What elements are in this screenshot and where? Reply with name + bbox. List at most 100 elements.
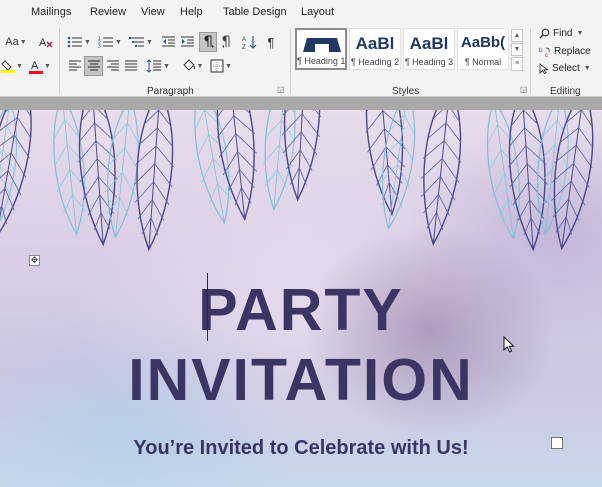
sort-icon: A Z — [242, 35, 256, 50]
align-center-icon — [87, 60, 100, 71]
styles-dialog-launcher-icon[interactable]: ◲ — [520, 86, 528, 94]
align-center-button[interactable] — [84, 56, 103, 76]
ltr-direction-button[interactable] — [199, 32, 217, 52]
chevron-up-icon: ▲ — [513, 32, 521, 39]
select-arrow-icon — [539, 63, 549, 74]
multilevel-list-button[interactable]: ▼ — [127, 33, 155, 51]
decrease-indent-button[interactable] — [159, 33, 177, 51]
increase-indent-icon — [180, 36, 194, 47]
replace-icon: b c — [539, 47, 550, 57]
chevron-down-icon: ▼ — [225, 62, 232, 70]
heading1-sample-icon — [303, 38, 341, 52]
mouse-pointer-icon — [503, 336, 515, 353]
borders-button[interactable]: ▼ — [207, 57, 235, 75]
font-color-icon: A — [29, 60, 44, 74]
title-party[interactable]: PARTY — [0, 276, 602, 344]
highlight-swatch — [1, 70, 16, 73]
title-invitation[interactable]: INVITATION — [0, 346, 602, 414]
separator — [59, 28, 60, 94]
line-spacing-icon — [146, 59, 162, 73]
style-heading-1[interactable]: ¶ Heading 1 — [295, 28, 347, 70]
justify-button[interactable] — [122, 57, 140, 75]
find-button[interactable]: Find ▼ — [539, 28, 583, 39]
style-name: ¶ Heading 1 — [297, 56, 346, 66]
shading-button[interactable]: ▼ — [178, 57, 206, 75]
more-icon: ≡ — [514, 60, 520, 67]
chevron-down-icon: ▼ — [146, 38, 153, 46]
style-heading-3[interactable]: AaBl ¶ Heading 3 — [403, 28, 455, 70]
replace-button[interactable]: b c Replace — [539, 46, 591, 57]
search-icon — [539, 28, 550, 39]
sort-button[interactable]: A Z — [240, 33, 258, 51]
separator — [290, 28, 291, 94]
menu-mailings[interactable]: Mailings — [31, 6, 71, 18]
paragraph-dialog-launcher-icon[interactable]: ◲ — [277, 86, 285, 94]
subtitle[interactable]: You’re Invited to Celebrate with Us! — [0, 437, 602, 460]
menu-review[interactable]: Review — [90, 6, 126, 18]
replace-label: Replace — [554, 46, 591, 57]
select-label: Select — [552, 63, 580, 74]
borders-icon — [210, 59, 224, 73]
style-sample: AaBb( — [460, 34, 506, 51]
rtl-direction-button[interactable] — [218, 33, 236, 51]
style-normal[interactable]: AaBb( ¶ Normal — [457, 28, 509, 70]
chevron-down-icon: ▼ — [19, 38, 27, 46]
change-case-label: Aa — [5, 36, 19, 48]
highlighter-icon — [1, 60, 16, 73]
select-button[interactable]: Select ▼ — [539, 63, 591, 74]
svg-text:Z: Z — [242, 45, 246, 50]
paragraph-group-label: Paragraph — [147, 86, 194, 97]
chevron-down-icon: ▼ — [44, 62, 51, 70]
bullets-button[interactable]: ▼ — [65, 33, 93, 51]
align-left-icon — [69, 60, 81, 71]
gallery-scroll-down[interactable]: ▼ — [511, 43, 523, 56]
svg-text:c: c — [545, 53, 548, 57]
chevron-down-icon: ▼ — [16, 62, 23, 70]
editing-group-label: Editing — [550, 86, 581, 97]
clear-formatting-icon: A — [39, 37, 53, 49]
menu-help[interactable]: Help — [180, 6, 203, 18]
style-sample: AaBl — [355, 34, 395, 53]
table-move-handle-icon[interactable]: ✥ — [29, 255, 40, 266]
font-color-button[interactable]: A ▼ — [28, 57, 52, 75]
svg-text:A: A — [39, 37, 47, 49]
separator — [530, 28, 531, 94]
chevron-down-icon: ▼ — [513, 46, 521, 53]
align-left-button[interactable] — [66, 57, 84, 75]
gallery-scroll-up[interactable]: ▲ — [511, 29, 523, 42]
highlight-color-button[interactable]: ▼ — [0, 57, 24, 75]
left-to-right-icon — [204, 35, 214, 48]
change-case-button[interactable]: Aa ▼ — [4, 33, 28, 51]
align-right-button[interactable] — [104, 57, 122, 75]
gallery-more[interactable]: ≡ — [511, 57, 523, 71]
text-cursor — [207, 273, 208, 341]
chevron-down-icon: ▼ — [583, 65, 591, 72]
menu-layout[interactable]: Layout — [301, 6, 334, 18]
styles-group-label: Styles — [392, 86, 420, 97]
numbering-icon: 1 2 3 — [98, 36, 114, 49]
style-heading-2[interactable]: AaBl ¶ Heading 2 — [349, 28, 401, 70]
increase-indent-button[interactable] — [178, 33, 196, 51]
numbering-button[interactable]: 1 2 3 ▼ — [96, 33, 124, 51]
menu-table-design[interactable]: Table Design — [223, 6, 287, 18]
align-right-icon — [107, 60, 119, 71]
right-to-left-icon — [221, 35, 229, 48]
style-name: ¶ Heading 3 — [404, 57, 454, 67]
decrease-indent-icon — [161, 36, 175, 47]
style-name: ¶ Normal — [464, 57, 502, 67]
menu-view[interactable]: View — [141, 6, 165, 18]
chevron-down-icon: ▼ — [84, 38, 91, 46]
table-resize-handle[interactable] — [551, 437, 563, 449]
paint-bucket-icon — [182, 59, 195, 71]
menu-bar: Mailings Review View Help Table Design L… — [0, 0, 602, 24]
svg-text:3: 3 — [98, 44, 101, 49]
ribbon: Aa ▼ A ▼ A ▼ ▼ 1 2 3 ▼ ▼ A Z ¶ ▼ ▼ ▼ Par… — [0, 24, 602, 97]
chevron-down-icon: ▼ — [196, 62, 204, 70]
document-page[interactable]: ✥ PARTY INVITATION You’re Invited to Cel… — [0, 110, 602, 487]
clear-formatting-button[interactable]: A — [37, 33, 55, 51]
chevron-down-icon: ▼ — [576, 30, 584, 37]
line-spacing-button[interactable]: ▼ — [144, 57, 172, 75]
show-formatting-marks-button[interactable]: ¶ — [262, 33, 280, 51]
svg-text:A: A — [242, 37, 246, 43]
multilevel-list-icon — [129, 37, 145, 47]
